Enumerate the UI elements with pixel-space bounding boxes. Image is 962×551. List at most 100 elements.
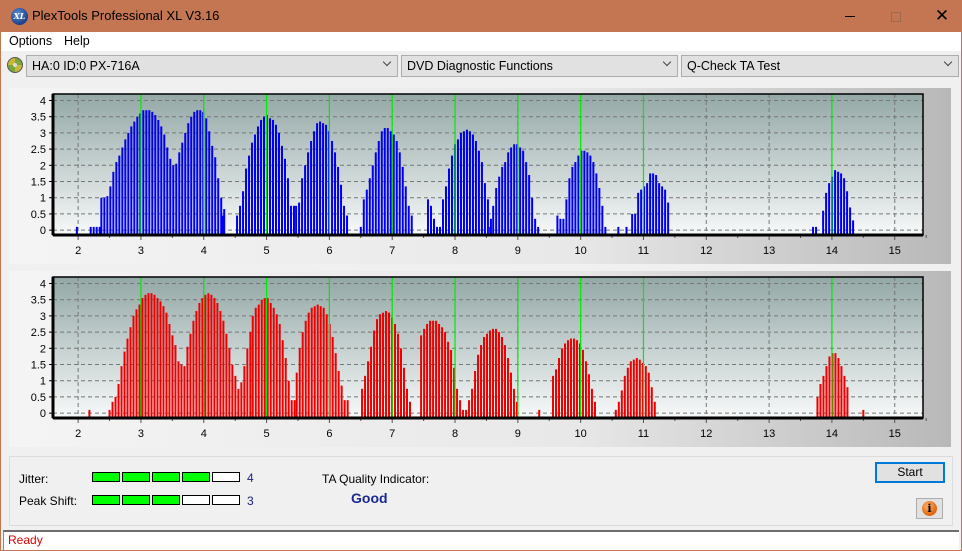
top-chart-bar bbox=[295, 205, 298, 235]
top-chart-bar bbox=[652, 173, 655, 235]
top-chart-bar bbox=[368, 178, 371, 235]
bottom-chart-bar bbox=[331, 336, 334, 418]
top-chart-bar bbox=[365, 189, 368, 235]
top-chart-bar bbox=[834, 170, 837, 235]
bottom-chart-bar bbox=[376, 319, 379, 418]
top-chart-bar bbox=[283, 158, 286, 235]
bottom-chart-bar bbox=[432, 320, 435, 418]
bottom-chart-x-tick-label: 2 bbox=[75, 428, 81, 440]
top-chart-y-tick-label: 3.5 bbox=[31, 112, 46, 124]
results-group bbox=[9, 456, 953, 526]
bottom-chart-y-tick-label: 0.5 bbox=[31, 392, 46, 404]
bottom-chart-bar bbox=[249, 332, 252, 418]
top-chart-bar bbox=[319, 121, 322, 235]
bottom-chart-bar bbox=[213, 298, 216, 418]
function-select[interactable]: DVD Diagnostic Functions bbox=[401, 55, 678, 77]
top-chart-bar bbox=[459, 132, 462, 235]
test-select[interactable]: Q-Check TA Test bbox=[681, 55, 959, 77]
bottom-chart-x-tick-label: 13 bbox=[763, 428, 775, 440]
bottom-chart-bar bbox=[222, 320, 225, 418]
top-chart-x-tick-label: 12 bbox=[700, 245, 712, 257]
top-chart-bar bbox=[301, 178, 304, 235]
bottom-chart-bar bbox=[281, 340, 284, 418]
bottom-chart-bar bbox=[135, 309, 138, 418]
bottom-chart-bar bbox=[563, 343, 566, 418]
top-chart-bar bbox=[531, 197, 534, 235]
top-chart-bar bbox=[655, 175, 658, 235]
top-chart-bar bbox=[495, 188, 498, 235]
bottom-chart-x-tick-label: 6 bbox=[326, 428, 332, 440]
menu-help[interactable]: Help bbox=[64, 34, 90, 48]
top-chart-bar bbox=[187, 123, 190, 235]
bottom-chart-bar bbox=[468, 400, 471, 418]
top-chart-x-tick-label: 2 bbox=[75, 245, 81, 257]
top-chart-bar bbox=[483, 183, 486, 235]
top-chart-y-tick-label: 2 bbox=[40, 160, 46, 172]
bottom-chart-bar bbox=[364, 375, 367, 418]
app-window: XL PlexTools Professional XL V3.16 ✕ Opt… bbox=[0, 0, 962, 551]
menu-options[interactable]: Options bbox=[9, 34, 52, 48]
top-chart-bar bbox=[298, 202, 301, 235]
bottom-chart-bar bbox=[840, 366, 843, 418]
top-chart-x-tick-label: 11 bbox=[638, 245, 649, 257]
bottom-chart-bar bbox=[620, 390, 623, 418]
close-button[interactable]: ✕ bbox=[919, 1, 962, 32]
bottom-chart-bar bbox=[822, 375, 825, 418]
bottom-chart-bar bbox=[126, 338, 129, 418]
bottom-chart-bar bbox=[423, 328, 426, 418]
menu-bar: Options Help bbox=[1, 32, 961, 51]
top-chart-bar bbox=[151, 111, 154, 235]
bottom-chart-x-tick-label: 4 bbox=[201, 428, 207, 440]
bottom-chart-y-tick-label: 2 bbox=[40, 343, 46, 355]
top-chart-bar bbox=[598, 188, 601, 235]
bottom-chart-bar bbox=[159, 301, 162, 418]
start-button[interactable]: Start bbox=[875, 462, 945, 483]
bottom-chart-y-tick-label: 4 bbox=[40, 278, 46, 290]
top-chart-bar bbox=[136, 116, 139, 235]
jitter-value: 4 bbox=[247, 471, 254, 485]
bottom-chart-bar bbox=[225, 333, 228, 418]
top-chart-bar bbox=[498, 176, 501, 235]
top-chart-bar bbox=[634, 213, 637, 235]
top-chart-bar bbox=[106, 196, 109, 235]
bottom-chart-bar bbox=[623, 375, 626, 418]
top-chart-x-tick-label: 9 bbox=[515, 245, 521, 257]
bottom-chart-bar bbox=[394, 324, 397, 418]
top-chart-bar bbox=[248, 155, 251, 235]
top-chart-bar bbox=[667, 202, 670, 235]
top-chart-bar bbox=[145, 110, 148, 235]
top-chart-bar bbox=[181, 142, 184, 235]
bottom-chart-bar bbox=[117, 383, 120, 418]
minimize-button[interactable] bbox=[827, 1, 873, 32]
bottom-chart-bar bbox=[263, 298, 266, 418]
top-chart-x-tick-label: 5 bbox=[264, 245, 270, 257]
title-bar: XL PlexTools Professional XL V3.16 ✕ bbox=[1, 1, 961, 32]
bottom-chart-x-tick-label: 9 bbox=[515, 428, 521, 440]
close-icon: ✕ bbox=[934, 6, 950, 26]
maximize-button[interactable] bbox=[873, 1, 919, 32]
bottom-chart-bar bbox=[334, 353, 337, 418]
peak-shift-meter bbox=[92, 495, 240, 505]
peak-shift-meter-segment bbox=[92, 495, 120, 505]
bottom-chart-bar bbox=[379, 314, 382, 418]
top-chart-bar bbox=[556, 215, 559, 235]
peak-shift-meter-segment bbox=[182, 495, 210, 505]
drive-select[interactable]: HA:0 ID:0 PX-716A bbox=[26, 55, 398, 77]
bottom-chart-bar bbox=[456, 388, 459, 418]
bottom-chart-bar bbox=[483, 336, 486, 418]
top-chart-bar bbox=[586, 152, 589, 235]
top-chart: 0 0.5 1 1.5 2 2.5 3 3.5 4 2 3 4 5 6 7 8 9 10 11 12 13 14 15 bbox=[31, 93, 927, 257]
top-chart-bar bbox=[337, 166, 340, 235]
top-chart-bar bbox=[427, 199, 430, 235]
top-chart-bar bbox=[480, 162, 483, 235]
top-chart-bar bbox=[172, 165, 175, 235]
top-chart-y-tick-label: 3 bbox=[40, 128, 46, 140]
top-chart-bar bbox=[307, 152, 310, 235]
info-button[interactable]: i bbox=[916, 498, 943, 519]
bottom-chart-bar bbox=[626, 367, 629, 418]
top-chart-bar bbox=[130, 126, 133, 235]
bottom-chart-y-tick-label: 2.5 bbox=[31, 327, 46, 339]
top-chart-bar bbox=[346, 215, 349, 235]
top-chart-bar bbox=[313, 131, 316, 235]
bottom-chart-bar bbox=[474, 371, 477, 418]
